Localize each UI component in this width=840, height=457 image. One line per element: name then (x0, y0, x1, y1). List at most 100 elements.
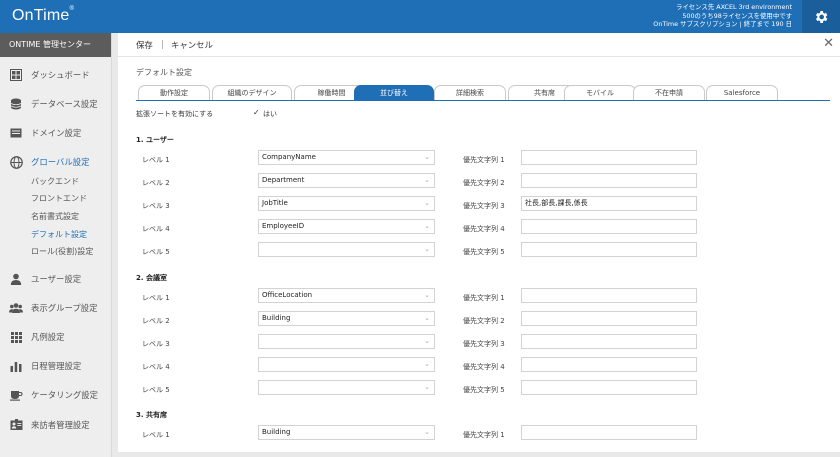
sidebar-item-global[interactable]: グローバル設定 (0, 153, 112, 171)
sidebar-item-display-group[interactable]: 表示グループ設定 (0, 299, 112, 317)
sidebar-sub-backend[interactable]: バックエンド (31, 176, 79, 187)
group-title-shared-seats: 3. 共有席 (136, 411, 167, 419)
sidebar-item-label: 日程管理設定 (31, 361, 82, 371)
extended-sort-checkbox[interactable]: ✓ (253, 108, 260, 117)
level-select[interactable]: Building ⌄ (258, 311, 435, 326)
select-value: OfficeLocation (262, 291, 313, 299)
extended-sort-label: 拡張ソートを有効にする (136, 110, 214, 118)
license-line: 500のうち98ライセンスを使用中です (682, 11, 792, 20)
sidebar-item-label: 表示グループ設定 (31, 303, 98, 313)
sidebar-item-schedule[interactable]: 日程管理設定 (0, 357, 112, 375)
priority-input[interactable] (521, 425, 697, 440)
priority-label: 優先文字列 4 (463, 363, 505, 371)
priority-input[interactable] (521, 150, 697, 165)
level-label: レベル 1 (142, 294, 170, 302)
priority-label: 優先文字列 5 (463, 248, 505, 256)
level-select[interactable]: CompanyName ⌄ (258, 150, 435, 165)
sidebar-item-label: データベース設定 (31, 99, 98, 109)
chevron-down-icon: ⌄ (424, 337, 430, 345)
priority-label: 優先文字列 1 (463, 431, 505, 439)
sidebar-item-label: 来訪者管理設定 (31, 420, 90, 430)
tab-divider (136, 100, 830, 101)
priority-input[interactable]: 社長,部長,課長,係長 (521, 196, 697, 211)
domain-icon (9, 126, 23, 140)
database-icon (9, 97, 23, 111)
level-label: レベル 4 (142, 363, 170, 371)
level-label: レベル 3 (142, 340, 170, 348)
sidebar-item-legend[interactable]: 凡例設定 (0, 328, 112, 346)
license-line: ライセンス先 AXCEL 3rd environment (676, 3, 792, 11)
tab-sort[interactable]: 並び替え (354, 85, 434, 100)
sidebar-sub-default-settings[interactable]: デフォルト設定 (31, 229, 87, 240)
section-title: デフォルト設定 (136, 68, 192, 77)
toolbar: 保存 | キャンセル ✕ (118, 33, 840, 57)
visitor-icon (9, 418, 23, 432)
chart-icon (9, 359, 23, 373)
priority-input[interactable] (521, 334, 697, 349)
level-label: レベル 3 (142, 202, 170, 210)
priority-input[interactable] (521, 288, 697, 303)
level-select[interactable]: ⌄ (258, 380, 435, 395)
select-value: Building (262, 428, 291, 436)
ontime-logo[interactable]: OnTime® (12, 6, 74, 25)
sidebar-item-user[interactable]: ユーザー設定 (0, 270, 112, 288)
toolbar-separator: | (161, 39, 164, 49)
sidebar-item-dashboard[interactable]: ダッシュボード (0, 66, 112, 84)
chevron-down-icon: ⌄ (424, 314, 430, 322)
level-label: レベル 5 (142, 386, 170, 394)
globe-icon (9, 155, 23, 169)
group-title-users: 1. ユーザー (136, 136, 174, 144)
level-label: レベル 2 (142, 317, 170, 325)
level-label: レベル 1 (142, 156, 170, 164)
save-button[interactable]: 保存 (136, 39, 153, 51)
priority-label: 優先文字列 3 (463, 340, 505, 348)
sidebar-sub-name-format[interactable]: 名前書式設定 (31, 211, 79, 222)
level-select[interactable]: JobTitle ⌄ (258, 196, 435, 211)
level-label: レベル 1 (142, 431, 170, 439)
sidebar-item-label: ダッシュボード (31, 70, 90, 80)
tab-salesforce[interactable]: Salesforce (706, 85, 778, 100)
level-select[interactable]: EmployeeID ⌄ (258, 219, 435, 234)
priority-input[interactable] (521, 242, 697, 257)
tab-org-design[interactable]: 組織のデザイン (212, 85, 292, 100)
tab-behavior[interactable]: 動作設定 (138, 85, 210, 100)
tab-absence-request[interactable]: 不在申請 (633, 85, 705, 100)
level-select[interactable]: Department ⌄ (258, 173, 435, 188)
settings-button[interactable] (802, 0, 840, 33)
cancel-button[interactable]: キャンセル (171, 39, 213, 51)
priority-input[interactable] (521, 380, 697, 395)
level-label: レベル 5 (142, 248, 170, 256)
priority-label: 優先文字列 1 (463, 294, 505, 302)
priority-input[interactable] (521, 219, 697, 234)
select-value: Building (262, 314, 291, 322)
tab-advanced-search[interactable]: 詳細検索 (434, 85, 506, 100)
level-select[interactable]: OfficeLocation ⌄ (258, 288, 435, 303)
sidebar-item-domain[interactable]: ドメイン設定 (0, 124, 112, 142)
extended-sort-value: はい (263, 110, 277, 118)
close-icon[interactable]: ✕ (823, 36, 834, 51)
sidebar-item-visitor[interactable]: 来訪者管理設定 (0, 416, 112, 434)
group-icon (9, 301, 23, 315)
priority-label: 優先文字列 4 (463, 225, 505, 233)
level-select[interactable]: Building ⌄ (258, 425, 435, 440)
priority-label: 優先文字列 3 (463, 202, 505, 210)
level-select[interactable]: ⌄ (258, 357, 435, 372)
level-select[interactable]: ⌄ (258, 334, 435, 349)
sidebar-item-catering[interactable]: ケータリング設定 (0, 386, 112, 404)
priority-label: 優先文字列 2 (463, 317, 505, 325)
chevron-down-icon: ⌄ (424, 360, 430, 368)
level-label: レベル 4 (142, 225, 170, 233)
sidebar-sub-roles[interactable]: ロール(役割)設定 (31, 246, 93, 257)
priority-input[interactable] (521, 173, 697, 188)
tab-mobile[interactable]: モバイル (564, 85, 636, 100)
sidebar-item-label: 凡例設定 (31, 332, 65, 342)
sidebar-item-database[interactable]: データベース設定 (0, 95, 112, 113)
select-value: EmployeeID (262, 222, 305, 230)
sidebar-item-label: ユーザー設定 (31, 274, 82, 284)
chevron-down-icon: ⌄ (424, 176, 430, 184)
level-select[interactable]: ⌄ (258, 242, 435, 257)
priority-input[interactable] (521, 311, 697, 326)
priority-input[interactable] (521, 357, 697, 372)
level-label: レベル 2 (142, 179, 170, 187)
sidebar-sub-frontend[interactable]: フロントエンド (31, 193, 87, 204)
